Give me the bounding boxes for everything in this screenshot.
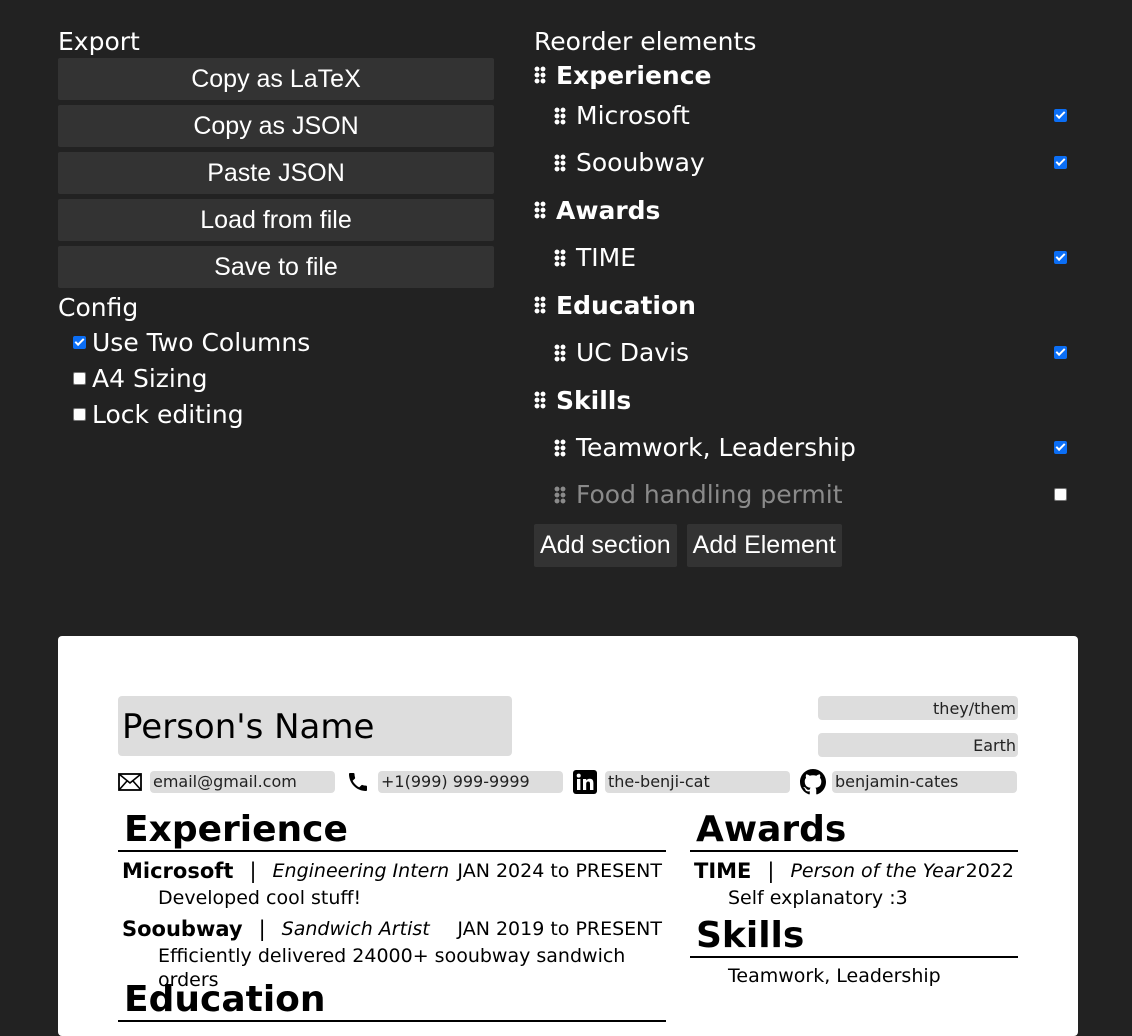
resume-page: Person's Name they/them Earth email@gmai… [58,636,1078,1036]
reorder-section-skills[interactable]: Skills [534,376,1076,424]
entry-role[interactable]: Person of the Year [790,858,963,884]
paste-json-button[interactable]: Paste JSON [58,152,494,194]
reorder-item-sooubway[interactable]: Sooubway [534,139,1076,186]
two-columns-label: Use Two Columns [92,327,311,357]
resume-right-column: Awards TIME | Person of the Year 2022 Se… [690,810,1018,988]
reorder-actions: Add section Add Element [534,524,1076,567]
item-label: TIME [576,243,637,272]
config-option-two-columns[interactable]: Use Two Columns [58,324,494,360]
reorder-heading: Reorder elements [534,27,757,56]
reorder-item-uc-davis[interactable]: UC Davis [534,329,1076,376]
entry-role[interactable]: Sandwich Artist [282,916,430,942]
awards-section-title[interactable]: Awards [690,810,1018,852]
reorder-item-microsoft[interactable]: Microsoft [534,92,1076,139]
contact-linkedin: the-benji-cat [573,770,790,794]
item-label: UC Davis [576,338,690,367]
experience-entry[interactable]: Sooubway | Sandwich Artist JAN 2019 to P… [118,910,666,991]
contact-phone: +1(999) 999-9999 [346,770,563,794]
add-section-button[interactable]: Add section [534,524,677,567]
drag-handle-icon[interactable] [534,391,546,409]
entry-date[interactable]: JAN 2024 to PRESENT [457,858,662,884]
drag-handle-icon[interactable] [534,201,546,219]
contact-email: email@gmail.com [118,770,335,794]
item-label: Sooubway [576,148,705,177]
entry-description[interactable]: Developed cool stuff! [158,886,361,910]
skills-section-title[interactable]: Skills [690,916,1018,958]
a4-sizing-checkbox[interactable] [73,371,86,385]
item-label: Teamwork, Leadership [576,433,856,462]
entry-org[interactable]: Sooubway [122,916,243,942]
section-label: Skills [556,385,632,415]
section-label: Experience [556,60,712,90]
entry-org[interactable]: TIME [694,858,751,884]
export-heading: Export [58,27,140,56]
item-label: Food handling permit [576,480,843,509]
left-panel: Export Copy as LaTeX Copy as JSON Paste … [58,26,494,432]
drag-handle-icon[interactable] [554,485,566,504]
pronouns-field[interactable]: they/them [818,696,1018,720]
save-file-button[interactable]: Save to file [58,246,494,288]
two-columns-checkbox[interactable] [73,335,86,349]
load-file-button[interactable]: Load from file [58,199,494,241]
copy-latex-button[interactable]: Copy as LaTeX [58,58,494,100]
lock-editing-checkbox[interactable] [73,407,86,421]
phone-field[interactable]: +1(999) 999-9999 [378,771,563,793]
entry-description[interactable]: Efficiently delivered 24000+ sooubway sa… [158,944,666,992]
drag-handle-icon[interactable] [554,153,566,172]
item-visible-checkbox[interactable] [1054,346,1067,359]
resume-left-column: Experience Microsoft | Engineering Inter… [118,810,666,1022]
config-option-lock[interactable]: Lock editing [58,396,494,432]
right-panel: Reorder elements Experience Microsoft So… [534,26,1076,567]
item-visible-checkbox[interactable] [1054,109,1067,122]
award-entry[interactable]: TIME | Person of the Year 2022 Self expl… [690,852,1018,910]
drag-handle-icon[interactable] [554,248,566,267]
reorder-section-awards[interactable]: Awards [534,186,1076,234]
item-label: Microsoft [576,101,690,130]
entry-description[interactable]: Self explanatory :3 [728,886,908,910]
drag-handle-icon[interactable] [554,438,566,457]
item-visible-checkbox[interactable] [1054,441,1067,454]
reorder-section-education[interactable]: Education [534,281,1076,329]
item-visible-checkbox[interactable] [1054,251,1067,264]
drag-handle-icon[interactable] [554,343,566,362]
contact-row: email@gmail.com +1(999) 999-9999 the-ben… [118,769,1018,795]
drag-handle-icon[interactable] [534,66,546,84]
drag-handle-icon[interactable] [534,296,546,314]
linkedin-field[interactable]: the-benji-cat [605,771,790,793]
contact-github: benjamin-cates [800,769,1017,795]
lock-editing-label: Lock editing [92,399,244,429]
skills-line[interactable]: Teamwork, Leadership [690,958,1018,988]
entry-separator: | [249,859,257,883]
entry-org[interactable]: Microsoft [122,858,233,884]
entry-separator: | [258,917,266,941]
entry-date[interactable]: JAN 2019 to PRESENT [457,916,662,942]
phone-icon [349,773,367,791]
reorder-item-food-permit[interactable]: Food handling permit [534,471,1076,518]
location-field[interactable]: Earth [818,733,1018,757]
github-icon [800,769,826,795]
copy-json-button[interactable]: Copy as JSON [58,105,494,147]
drag-handle-icon[interactable] [554,106,566,125]
reorder-item-teamwork[interactable]: Teamwork, Leadership [534,424,1076,471]
config-heading: Config [58,293,139,322]
reorder-section-experience[interactable]: Experience [534,58,1076,92]
entry-role[interactable]: Engineering Intern [273,858,450,884]
add-element-button[interactable]: Add Element [686,524,842,567]
linkedin-icon [573,770,597,794]
experience-section-title[interactable]: Experience [118,810,666,852]
reorder-item-time[interactable]: TIME [534,234,1076,281]
email-field[interactable]: email@gmail.com [150,771,335,793]
item-visible-checkbox[interactable] [1054,156,1067,169]
mail-icon [118,773,142,791]
entry-date[interactable]: 2022 [966,858,1014,884]
section-label: Education [556,290,696,320]
a4-sizing-label: A4 Sizing [92,363,208,393]
config-option-a4[interactable]: A4 Sizing [58,360,494,396]
github-field[interactable]: benjamin-cates [832,771,1017,793]
section-label: Awards [556,195,661,225]
item-visible-checkbox[interactable] [1054,488,1067,501]
entry-separator: | [767,859,775,883]
name-field[interactable]: Person's Name [118,696,512,756]
experience-entry[interactable]: Microsoft | Engineering Intern JAN 2024 … [118,852,666,910]
